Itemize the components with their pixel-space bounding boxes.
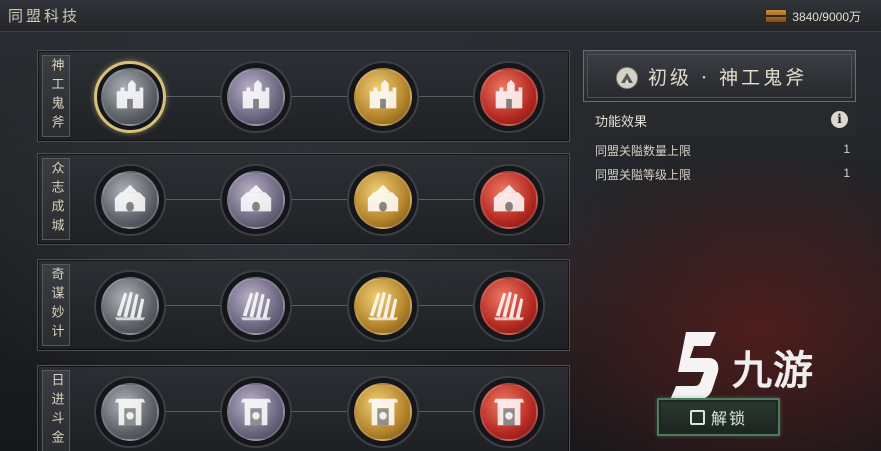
mountain-icon (616, 67, 638, 89)
tech-node-gold[interactable] (347, 376, 419, 448)
tech-row: 神工鬼斧 (37, 50, 570, 142)
page-title: 同盟科技 (8, 7, 81, 25)
watermark: 九游 (664, 330, 844, 404)
tier-connector (166, 199, 220, 200)
effect-value: 1 (843, 142, 850, 156)
tier-connector (166, 305, 220, 306)
effect-name: 同盟关隘等级上限 (595, 167, 692, 182)
treasure-chest-icon (765, 9, 788, 23)
coin-gate-icon (354, 383, 412, 441)
tech-node-steel[interactable] (94, 61, 166, 133)
coin-gate-icon (480, 383, 538, 441)
scrolls-icon (101, 277, 159, 335)
fortress-icon (227, 68, 285, 126)
tech-node-gold[interactable] (347, 61, 419, 133)
tech-node-red[interactable] (473, 376, 545, 448)
unlock-button[interactable]: 解锁 (657, 398, 780, 436)
city-gate-icon (227, 171, 285, 229)
nine-game-logo-icon (664, 328, 728, 406)
tech-node-gold[interactable] (347, 164, 419, 236)
tier-connector (292, 199, 347, 200)
scrolls-icon (480, 277, 538, 335)
tech-row-label: 奇谋妙计 (42, 264, 70, 346)
effects-label: 功能效果 (595, 113, 648, 129)
tech-node-violet[interactable] (220, 164, 292, 236)
tech-title: 初级 · 神工鬼斧 (648, 67, 808, 89)
resource-counter: 3840/9000万 (765, 7, 861, 25)
city-gate-icon (354, 171, 412, 229)
tech-node-gold[interactable] (347, 270, 419, 342)
effect-row: 同盟关隘等级上限 1 (583, 162, 856, 186)
tier-connector (419, 411, 473, 412)
tech-node-steel[interactable] (94, 270, 166, 342)
coin-gate-icon (101, 383, 159, 441)
tech-node-violet[interactable] (220, 270, 292, 342)
info-icon[interactable]: i (831, 111, 848, 128)
tech-node-red[interactable] (473, 61, 545, 133)
watermark-text: 九游 (732, 348, 814, 394)
tier-connector (292, 305, 347, 306)
fortress-icon (354, 68, 412, 126)
effect-row: 同盟关隘数量上限 1 (583, 138, 856, 162)
tier-connector (292, 96, 347, 97)
effect-name: 同盟关隘数量上限 (595, 143, 692, 158)
effect-value: 1 (843, 166, 850, 180)
scrolls-icon (354, 277, 412, 335)
city-gate-icon (480, 171, 538, 229)
effects-header: 功能效果 i (583, 104, 856, 136)
tech-row-label: 众志成城 (42, 158, 70, 240)
tech-node-steel[interactable] (94, 164, 166, 236)
resource-value: 3840/9000万 (792, 9, 861, 24)
fortress-icon (480, 68, 538, 126)
tech-node-violet[interactable] (220, 376, 292, 448)
tech-node-red[interactable] (473, 270, 545, 342)
tech-row: 奇谋妙计 (37, 259, 570, 351)
tech-row: 日进斗金 (37, 365, 570, 451)
tier-connector (166, 96, 220, 97)
scrolls-icon (227, 277, 285, 335)
fortress-icon (101, 68, 159, 126)
tier-connector (292, 411, 347, 412)
tier-connector (419, 96, 473, 97)
tech-title-plate: 初级 · 神工鬼斧 (583, 50, 856, 102)
tech-row-label: 日进斗金 (42, 370, 70, 451)
tech-node-red[interactable] (473, 164, 545, 236)
city-gate-icon (101, 171, 159, 229)
tech-info-panel: 初级 · 神工鬼斧 功能效果 i 同盟关隘数量上限 1 同盟关隘等级上限 1 (583, 50, 856, 192)
coin-gate-icon (227, 383, 285, 441)
tier-connector (419, 199, 473, 200)
unlock-label: 解锁 (710, 409, 747, 428)
tech-node-violet[interactable] (220, 61, 292, 133)
tier-connector (166, 411, 220, 412)
tech-row-label: 神工鬼斧 (42, 55, 70, 137)
unlock-icon (689, 409, 705, 425)
top-bar: 同盟科技 3840/9000万 (0, 0, 881, 32)
tech-node-steel[interactable] (94, 376, 166, 448)
tech-row: 众志成城 (37, 153, 570, 245)
tier-connector (419, 305, 473, 306)
